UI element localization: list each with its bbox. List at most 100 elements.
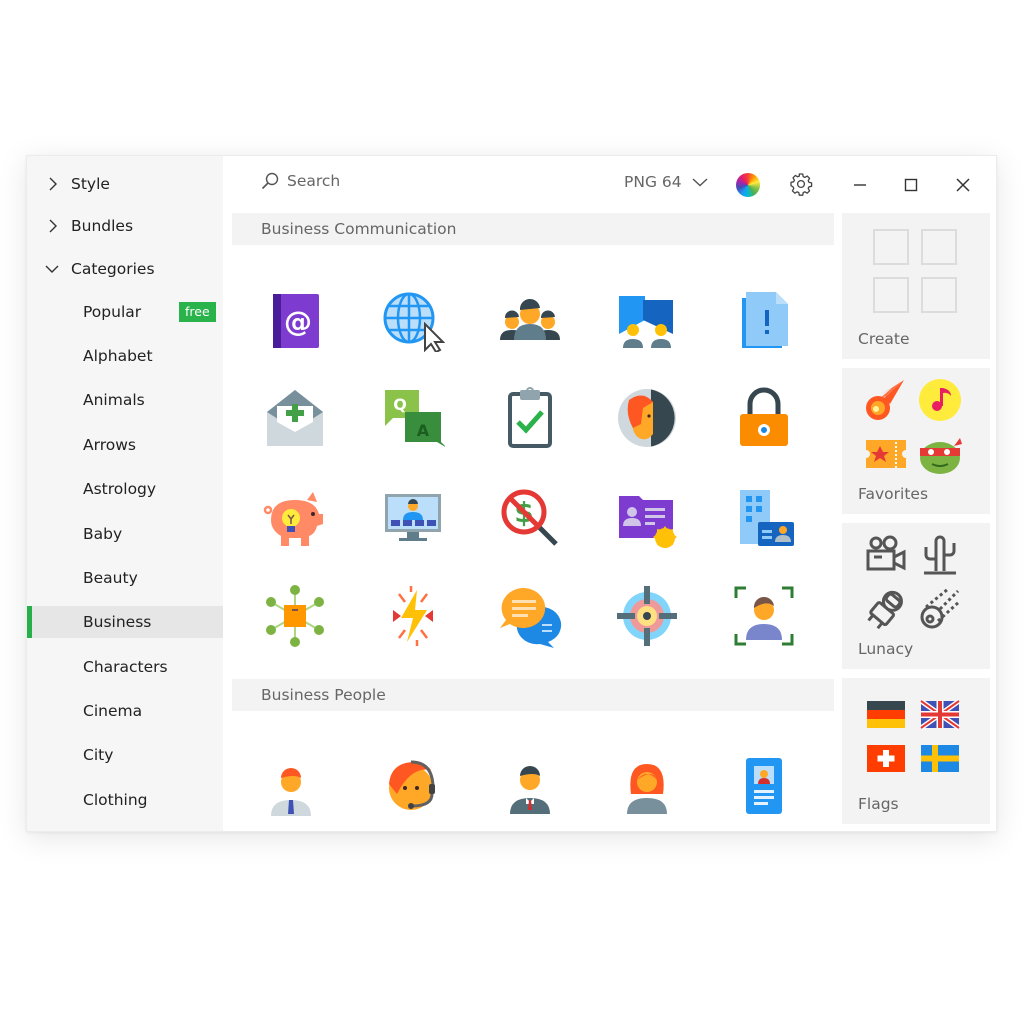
favorites-card[interactable]: Favorites <box>842 368 990 514</box>
globe-cursor-icon[interactable] <box>373 280 453 360</box>
cactus-icon <box>918 533 962 577</box>
app-window: Style Bundles Categories Popular free Al… <box>26 155 997 832</box>
businesswoman-icon[interactable] <box>607 746 687 826</box>
sidebar-item-animals[interactable]: Animals <box>27 384 223 416</box>
chat-bubbles-icon[interactable] <box>490 576 570 656</box>
chevron-right-icon <box>49 177 57 191</box>
network-box-icon[interactable] <box>255 576 335 656</box>
sidebar-item-cinema[interactable]: Cinema <box>27 695 223 727</box>
search-placeholder: Search <box>287 172 341 190</box>
address-book-icon[interactable]: @ <box>255 280 335 360</box>
lunacy-card[interactable]: Lunacy <box>842 523 990 669</box>
minimize-icon <box>854 184 866 186</box>
sidebar-item-alphabet[interactable]: Alphabet <box>27 340 223 372</box>
support-agent-icon[interactable] <box>373 746 453 826</box>
sidebar-item-label: Beauty <box>83 569 138 587</box>
video-conference-icon[interactable] <box>373 478 453 558</box>
sidebar-item-arrows[interactable]: Arrows <box>27 429 223 461</box>
create-card[interactable]: Create <box>842 213 990 359</box>
chevron-down-icon <box>45 265 59 273</box>
document-alert-icon[interactable] <box>724 280 804 360</box>
ticket-icon <box>864 432 908 476</box>
comet-icon <box>864 378 908 422</box>
chevron-right-icon <box>49 219 57 233</box>
face-scan-icon[interactable] <box>724 576 804 656</box>
business-card-folder-icon[interactable] <box>607 478 687 558</box>
company-id-icon[interactable] <box>724 478 804 558</box>
meteor-icon <box>918 587 962 631</box>
placeholder-slot <box>921 277 957 313</box>
flags-card[interactable]: Flags <box>842 678 990 824</box>
card-label: Create <box>858 330 910 348</box>
sidebar-item-categories[interactable]: Categories <box>27 248 223 290</box>
sidebar-item-baby[interactable]: Baby <box>27 518 223 550</box>
svg-text:@: @ <box>284 305 312 338</box>
search-input[interactable]: Search <box>261 172 340 190</box>
card-label: Favorites <box>858 485 929 503</box>
placeholder-slot <box>873 277 909 313</box>
target-icon[interactable] <box>607 576 687 656</box>
format-selected: PNG 64 <box>624 173 682 191</box>
maximize-icon <box>904 178 918 192</box>
sidebar-item-label: Arrows <box>83 436 136 454</box>
movie-camera-icon <box>864 533 908 577</box>
card-label: Flags <box>858 795 899 813</box>
switzerland-flag-icon <box>864 736 908 780</box>
sidebar-item-label: Cinema <box>83 702 143 720</box>
svg-text:Q: Q <box>393 395 407 414</box>
piggy-bank-idea-icon[interactable] <box>255 478 335 558</box>
group-icon[interactable] <box>490 280 570 360</box>
section-header-business-communication: Business Communication <box>232 213 834 245</box>
close-button[interactable] <box>948 170 978 200</box>
ninja-turtle-icon <box>918 432 962 476</box>
sidebar-item-label: Bundles <box>71 217 134 235</box>
uk-flag-icon <box>918 692 962 736</box>
sidebar-item-label: Style <box>71 175 110 193</box>
sidebar-item-astrology[interactable]: Astrology <box>27 473 223 505</box>
germany-flag-icon <box>864 692 908 736</box>
minimize-button[interactable] <box>845 170 875 200</box>
svg-text:A: A <box>417 421 430 440</box>
search-icon <box>261 172 279 190</box>
toolbar: Search PNG 64 <box>223 156 996 212</box>
sidebar-item-popular[interactable]: Popular free <box>27 296 223 328</box>
sweden-flag-icon <box>918 736 962 780</box>
placeholder-slot <box>921 229 957 265</box>
qa-icon[interactable]: QA <box>373 378 453 458</box>
free-badge: free <box>179 302 216 322</box>
sidebar-item-beauty[interactable]: Beauty <box>27 562 223 594</box>
sidebar-item-label: Categories <box>71 260 155 278</box>
profile-door-icon[interactable] <box>607 378 687 458</box>
astronaut-icon <box>864 587 908 631</box>
sidebar-item-characters[interactable]: Characters <box>27 651 223 683</box>
maximize-button[interactable] <box>896 170 926 200</box>
sidebar: Style Bundles Categories Popular free Al… <box>27 156 223 831</box>
sidebar-item-clothing[interactable]: Clothing <box>27 784 223 816</box>
sidebar-item-city[interactable]: City <box>27 739 223 771</box>
sidebar-item-label: Astrology <box>83 480 157 498</box>
lock-icon[interactable] <box>724 378 804 458</box>
section-header-business-people: Business People <box>232 679 834 711</box>
card-label: Lunacy <box>858 640 914 658</box>
music-note-icon <box>918 378 962 422</box>
id-card-icon[interactable] <box>724 746 804 826</box>
manager-icon[interactable] <box>490 746 570 826</box>
no-money-search-icon[interactable]: $ <box>490 478 570 558</box>
color-picker-button[interactable] <box>736 173 760 197</box>
conflict-icon[interactable] <box>373 576 453 656</box>
envelope-add-icon[interactable] <box>255 378 335 458</box>
sidebar-item-business[interactable]: Business <box>27 606 223 638</box>
sidebar-item-style[interactable]: Style <box>27 163 223 205</box>
clipboard-check-icon[interactable] <box>490 378 570 458</box>
sidebar-item-label: Animals <box>83 391 145 409</box>
sidebar-item-label: Baby <box>83 525 123 543</box>
businessman-icon[interactable] <box>255 746 335 826</box>
sidebar-item-label: Popular <box>83 303 142 321</box>
sidebar-item-bundles[interactable]: Bundles <box>27 205 223 247</box>
sidebar-item-label: Clothing <box>83 791 148 809</box>
sidebar-item-label: City <box>83 746 114 764</box>
communication-icon[interactable] <box>607 280 687 360</box>
gear-icon[interactable] <box>789 172 813 196</box>
sidebar-item-label: Business <box>83 613 152 631</box>
format-dropdown[interactable]: PNG 64 <box>624 173 708 191</box>
